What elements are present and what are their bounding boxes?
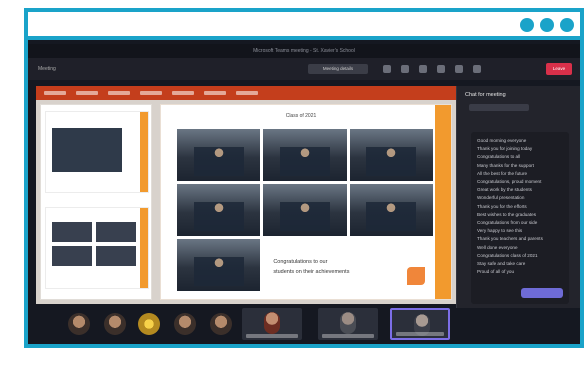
participant-avatar[interactable] [104, 313, 126, 335]
more-options[interactable] [520, 18, 574, 32]
start-icon[interactable] [36, 346, 42, 348]
chat-message: Congratulations class of 2021 [477, 252, 538, 258]
screenshot-frame: Microsoft Teams meeting - St. Xavier's S… [24, 8, 584, 348]
more-dot-icon [540, 18, 554, 32]
current-slide: Class of 2021 Congratulations to our stu… [160, 104, 452, 300]
group-photo [177, 129, 261, 181]
camera-icon[interactable] [437, 65, 445, 73]
mic-icon[interactable] [455, 65, 463, 73]
chat-message: Thank you for the efforts [477, 203, 527, 209]
ribbon-tab[interactable] [140, 91, 162, 95]
slide-accent-bar [435, 105, 451, 299]
slide-caption: Congratulations to our students on their… [263, 239, 433, 291]
meeting-label: Meeting [38, 66, 56, 72]
ribbon-tab[interactable] [236, 91, 258, 95]
participant-face [264, 312, 280, 334]
thumbnail-photo [52, 128, 122, 172]
slide-thumbnail[interactable] [45, 111, 149, 193]
file-explorer-icon[interactable] [68, 346, 74, 348]
meeting-details-tab[interactable]: Meeting details [308, 64, 368, 74]
more-dot-icon [560, 18, 574, 32]
school-logo [407, 267, 425, 285]
powerpoint-icon[interactable] [100, 346, 106, 348]
chat-message: Stay safe and take care [477, 261, 526, 267]
chat-message: Well done everyone [477, 244, 518, 250]
thumbnail-photo [52, 246, 92, 266]
participant-gallery [28, 308, 580, 344]
chat-message: Many thanks for the support [477, 162, 534, 168]
chat-message: Proud of all of you [477, 269, 515, 275]
chat-panel: Chat for meeting Good morning everyone T… [456, 86, 580, 344]
group-photo [177, 239, 261, 291]
group-photo [177, 184, 261, 236]
more-dot-icon [520, 18, 534, 32]
new-message-badge[interactable] [521, 288, 563, 298]
participant-name-tag [246, 334, 298, 338]
caption-line: Congratulations to our [273, 259, 328, 265]
slide-thumbnail[interactable] [45, 207, 149, 289]
group-photo [349, 129, 433, 181]
chat-panel-title: Chat for meeting [465, 92, 506, 98]
chat-message: Good morning everyone [477, 138, 527, 143]
slide-thumbnails [40, 104, 152, 300]
participant-avatar[interactable] [174, 313, 196, 335]
chat-message: Wonderful presentation [477, 195, 525, 201]
group-photo [263, 184, 347, 236]
header-strip [28, 12, 580, 40]
search-icon[interactable] [52, 346, 58, 348]
chat-filter[interactable] [469, 104, 529, 111]
chat-message: Thank you for joining today [477, 146, 533, 152]
caption-line: students on their achievements [273, 269, 350, 275]
slide-title: Class of 2021 [285, 113, 317, 119]
meeting-toolbar: Meeting Meeting details Leave [28, 58, 580, 80]
window-title: Microsoft Teams meeting - St. Xavier's S… [28, 44, 580, 58]
ribbon-tab[interactable] [108, 91, 130, 95]
ribbon-tab[interactable] [44, 91, 66, 95]
participant-video-tile[interactable] [318, 308, 378, 340]
chat-message: Congratulations, proud moment [477, 179, 542, 185]
participant-name-tag [396, 332, 444, 336]
leave-button[interactable]: Leave [546, 63, 572, 75]
shared-screen: Class of 2021 Congratulations to our stu… [36, 86, 460, 304]
group-photo [349, 184, 433, 236]
group-photo [263, 129, 347, 181]
chat-message: Very happy to see this [477, 228, 523, 234]
people-icon[interactable] [383, 65, 391, 73]
participant-face [340, 312, 356, 334]
reactions-icon[interactable] [419, 65, 427, 73]
thumbnail-photo [96, 246, 136, 266]
powerpoint-ribbon [36, 86, 460, 100]
meeting-controls [383, 65, 481, 73]
chat-icon[interactable] [401, 65, 409, 73]
share-icon[interactable] [473, 65, 481, 73]
chat-message: All the best for the future [477, 170, 528, 176]
chat-message: Congratulations to all [477, 154, 521, 160]
os-taskbar [28, 344, 580, 348]
chat-message: Congratulations from our side [477, 220, 538, 226]
ribbon-tab[interactable] [204, 91, 226, 95]
participant-avatar[interactable] [210, 313, 232, 335]
thumbnail-accent [140, 112, 148, 192]
participant-avatar[interactable] [138, 313, 160, 335]
chat-messages: Good morning everyone Thank you for join… [471, 132, 569, 304]
chat-message: Best wishes to the graduates [477, 211, 536, 217]
photo-grid: Congratulations to our students on their… [177, 129, 433, 291]
ribbon-tab[interactable] [172, 91, 194, 95]
caption-text: Congratulations to our students on their… [273, 257, 349, 277]
ribbon-tab[interactable] [76, 91, 98, 95]
participant-avatar[interactable] [68, 313, 90, 335]
participant-name-tag [322, 334, 374, 338]
chat-message: Thank you teachers and parents [477, 236, 543, 242]
thumbnail-photo [52, 222, 92, 242]
participant-video-tile[interactable] [242, 308, 302, 340]
chat-message: Great work by the students [477, 187, 532, 193]
thumbnail-accent [140, 208, 148, 288]
participant-video-tile-active[interactable] [390, 308, 450, 340]
teams-icon[interactable] [84, 346, 90, 348]
thumbnail-photo [96, 222, 136, 242]
